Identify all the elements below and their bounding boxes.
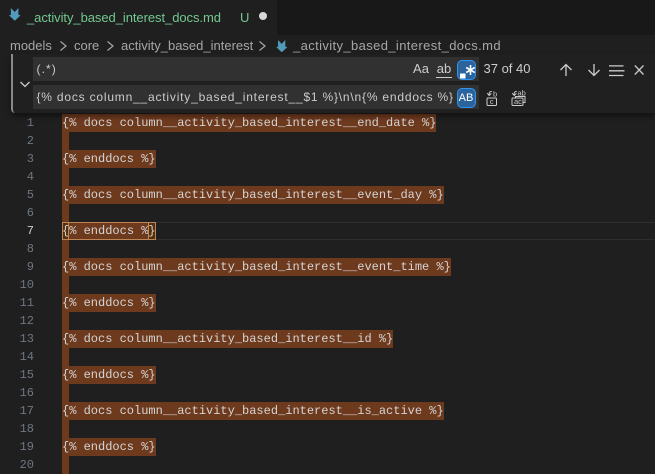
svg-text:b: b xyxy=(493,90,497,99)
svg-text:ac: ac xyxy=(514,97,522,106)
svg-text:c: c xyxy=(489,97,493,106)
